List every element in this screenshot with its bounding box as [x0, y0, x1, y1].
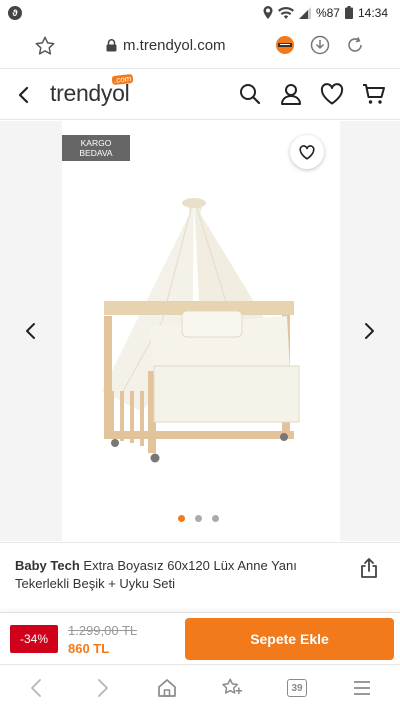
browser-forward-icon[interactable]	[95, 677, 111, 699]
carousel-dot[interactable]	[195, 515, 202, 522]
product-brand[interactable]: Baby Tech	[15, 558, 80, 573]
site-favicon-icon[interactable]	[275, 35, 295, 55]
next-image-arrow-icon[interactable]	[362, 321, 376, 341]
browser-back-icon[interactable]	[28, 677, 44, 699]
search-icon[interactable]	[239, 83, 261, 105]
add-to-cart-button[interactable]: Sepete Ekle	[185, 618, 394, 660]
signal-icon	[298, 6, 311, 19]
trendyol-logo[interactable]: trendyol .com	[50, 73, 134, 110]
clock: 14:34	[357, 5, 388, 20]
carousel-dot[interactable]	[178, 515, 185, 522]
back-arrow-icon[interactable]	[14, 84, 34, 106]
location-icon	[263, 6, 273, 19]
previous-image-arrow-icon[interactable]	[24, 321, 38, 341]
carousel-dots	[178, 515, 219, 522]
tabs-button[interactable]: 39	[287, 679, 307, 697]
user-icon[interactable]	[280, 83, 302, 105]
product-gallery[interactable]: KARGO BEDAVA	[0, 121, 400, 541]
menu-icon[interactable]	[353, 677, 371, 699]
logo-suffix: .com	[111, 73, 134, 86]
badge-line-1: KARGO	[80, 138, 112, 148]
url-text: m.trendyol.com	[123, 37, 226, 54]
discount-badge: -34%	[10, 625, 58, 653]
refresh-icon[interactable]	[345, 35, 365, 55]
product-title-section: Baby Tech Extra Boyasız 60x120 Lüx Anne …	[0, 542, 400, 612]
address-bar[interactable]: m.trendyol.com	[106, 37, 226, 54]
browser-navigation-bar: 39	[0, 664, 400, 711]
carousel-dot[interactable]	[212, 515, 219, 522]
crib-image	[102, 198, 300, 463]
lock-icon	[106, 39, 117, 52]
bookmarks-icon[interactable]	[221, 677, 243, 699]
home-icon[interactable]	[157, 677, 177, 699]
product-image[interactable]	[62, 121, 340, 541]
badge-line-2: BEDAVA	[79, 148, 113, 158]
old-price: 1.299,00 TL	[68, 623, 138, 638]
wifi-icon	[277, 6, 294, 19]
buy-bar: -34% 1.299,00 TL 860 TL Sepete Ekle	[0, 612, 400, 664]
battery-icon	[344, 6, 353, 19]
app-header: trendyol .com	[0, 70, 400, 120]
bookmark-star-icon[interactable]	[34, 35, 56, 57]
status-bar: ϑ %87 14:34	[0, 0, 400, 25]
free-shipping-badge: KARGO BEDAVA	[62, 135, 130, 161]
download-icon[interactable]	[310, 35, 330, 55]
app-notification-icon: ϑ	[8, 5, 22, 20]
favorites-heart-icon[interactable]	[320, 83, 344, 105]
new-price: 860 TL	[68, 641, 110, 656]
add-favorite-button[interactable]	[290, 135, 324, 169]
battery-percent: %87	[315, 5, 340, 20]
cart-icon[interactable]	[362, 83, 386, 105]
browser-toolbar: m.trendyol.com	[0, 25, 400, 69]
share-icon[interactable]	[360, 557, 378, 579]
product-title: Baby Tech Extra Boyasız 60x120 Lüx Anne …	[15, 557, 345, 593]
heart-icon	[299, 144, 315, 160]
